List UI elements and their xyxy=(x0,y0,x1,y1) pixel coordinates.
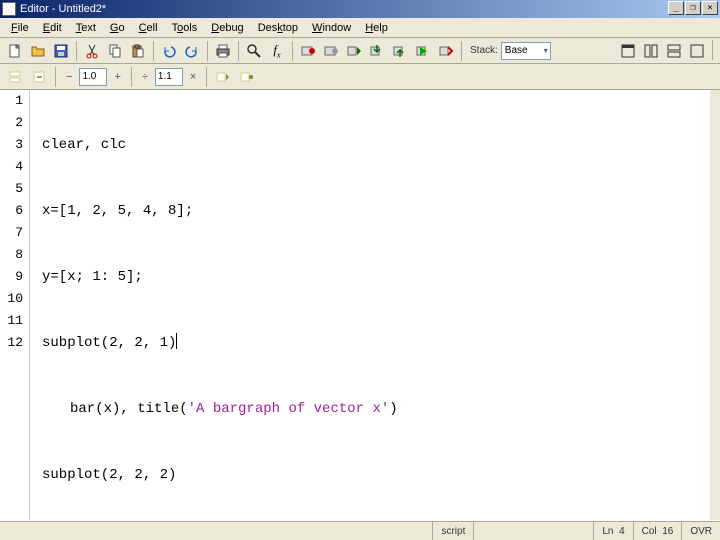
toolbar-separator xyxy=(712,40,713,60)
menu-file[interactable]: File xyxy=(4,20,36,36)
undo-button[interactable] xyxy=(158,40,180,62)
maximize-button[interactable]: ❐ xyxy=(685,1,701,15)
status-mode: script xyxy=(432,522,473,540)
line-number: 6 xyxy=(0,200,29,222)
step-button[interactable] xyxy=(343,40,365,62)
toolbar-main: fx Stack: Base xyxy=(0,38,720,64)
menubar: File Edit Text Go Cell Tools Debug Deskt… xyxy=(0,18,720,38)
code-line[interactable]: bar(x), title('A bargraph of vector x') xyxy=(42,398,710,420)
line-number: 11 xyxy=(0,310,29,332)
code-line[interactable]: subplot(2, 2, 1) xyxy=(42,332,710,354)
step-in-button[interactable] xyxy=(366,40,388,62)
menu-tools[interactable]: Tools xyxy=(165,20,205,36)
multiply-button[interactable]: × xyxy=(185,69,201,85)
decrement-button[interactable]: − xyxy=(61,69,77,85)
toolbar-right-group xyxy=(617,40,716,62)
window-controls: _ ❐ × xyxy=(668,1,718,15)
status-ovr: OVR xyxy=(681,522,720,540)
editor-area[interactable]: 1 2 3 4 5 6 7 8 9 10 11 12 clear, clc x=… xyxy=(0,90,710,520)
menu-go[interactable]: Go xyxy=(103,20,132,36)
line-number: 8 xyxy=(0,244,29,266)
print-button[interactable] xyxy=(212,40,234,62)
cell-run-button[interactable] xyxy=(236,66,258,88)
menu-cell[interactable]: Cell xyxy=(132,20,165,36)
toolbar-secondary: − 1.0 + ÷ 1.1 × xyxy=(0,64,720,90)
code-line[interactable]: x=[1, 2, 5, 4, 8]; xyxy=(42,200,710,222)
statusbar: script Ln 4 Col 16 OVR xyxy=(0,521,720,540)
line-number: 3 xyxy=(0,134,29,156)
function-button[interactable]: fx xyxy=(266,40,288,62)
close-button[interactable]: × xyxy=(702,1,718,15)
code-editor[interactable]: clear, clc x=[1, 2, 5, 4, 8]; y=[x; 1: 5… xyxy=(30,90,710,520)
toolbar-separator xyxy=(76,41,77,61)
cut-button[interactable] xyxy=(81,40,103,62)
clear-breakpoints-button[interactable] xyxy=(320,40,342,62)
code-line[interactable]: subplot(2, 2, 2) xyxy=(42,464,710,486)
toolbar-separator xyxy=(153,41,154,61)
minimize-button[interactable]: _ xyxy=(668,1,684,15)
dock-button-4[interactable] xyxy=(686,40,708,62)
text-cursor xyxy=(176,333,177,349)
toolbar-separator xyxy=(207,41,208,61)
menu-edit[interactable]: Edit xyxy=(36,20,69,36)
line-gutter: 1 2 3 4 5 6 7 8 9 10 11 12 xyxy=(0,90,30,520)
window-title: Editor - Untitled2* xyxy=(20,3,106,15)
dock-button-2[interactable] xyxy=(640,40,662,62)
dock-button-3[interactable] xyxy=(663,40,685,62)
line-number: 12 xyxy=(0,332,29,354)
line-number: 4 xyxy=(0,156,29,178)
stack-label: Stack: xyxy=(470,45,498,56)
save-button[interactable] xyxy=(50,40,72,62)
cell-advance-button[interactable] xyxy=(212,66,234,88)
code-line[interactable]: clear, clc xyxy=(42,134,710,156)
menu-debug[interactable]: Debug xyxy=(204,20,250,36)
toolbar-separator xyxy=(206,67,207,87)
step-out-button[interactable] xyxy=(389,40,411,62)
vertical-scrollbar[interactable] xyxy=(710,90,720,520)
menu-window[interactable]: Window xyxy=(305,20,358,36)
line-number: 5 xyxy=(0,178,29,200)
redo-button[interactable] xyxy=(181,40,203,62)
toolbar-separator xyxy=(55,67,56,87)
divide-button[interactable]: ÷ xyxy=(137,69,153,85)
exit-debug-button[interactable] xyxy=(435,40,457,62)
stack-dropdown[interactable]: Base xyxy=(501,42,551,60)
line-number: 1 xyxy=(0,90,29,112)
status-spacer xyxy=(473,522,593,540)
copy-button[interactable] xyxy=(104,40,126,62)
status-col: Col 16 xyxy=(633,522,682,540)
increment-value-input[interactable]: 1.0 xyxy=(79,68,107,86)
toolbar-separator xyxy=(292,41,293,61)
code-line[interactable]: y=[x; 1: 5]; xyxy=(42,266,710,288)
increment-button[interactable]: + xyxy=(109,69,125,85)
line-number: 9 xyxy=(0,266,29,288)
toolbar-separator xyxy=(238,41,239,61)
app-icon xyxy=(2,2,16,16)
toolbar-separator xyxy=(131,67,132,87)
run-button[interactable] xyxy=(412,40,434,62)
open-file-button[interactable] xyxy=(27,40,49,62)
paste-button[interactable] xyxy=(127,40,149,62)
cell-eval-button[interactable] xyxy=(28,66,50,88)
new-file-button[interactable] xyxy=(4,40,26,62)
menu-help[interactable]: Help xyxy=(358,20,395,36)
line-number: 7 xyxy=(0,222,29,244)
line-number: 2 xyxy=(0,112,29,134)
set-breakpoint-button[interactable] xyxy=(297,40,319,62)
titlebar: Editor - Untitled2* _ ❐ × xyxy=(0,0,720,18)
toolbar-separator xyxy=(461,41,462,61)
multiply-value-input[interactable]: 1.1 xyxy=(155,68,183,86)
menu-text[interactable]: Text xyxy=(69,20,103,36)
menu-desktop[interactable]: Desktop xyxy=(251,20,305,36)
find-button[interactable] xyxy=(243,40,265,62)
dock-button-1[interactable] xyxy=(617,40,639,62)
line-number: 10 xyxy=(0,288,29,310)
status-line: Ln 4 xyxy=(593,522,632,540)
cell-break-button[interactable] xyxy=(4,66,26,88)
